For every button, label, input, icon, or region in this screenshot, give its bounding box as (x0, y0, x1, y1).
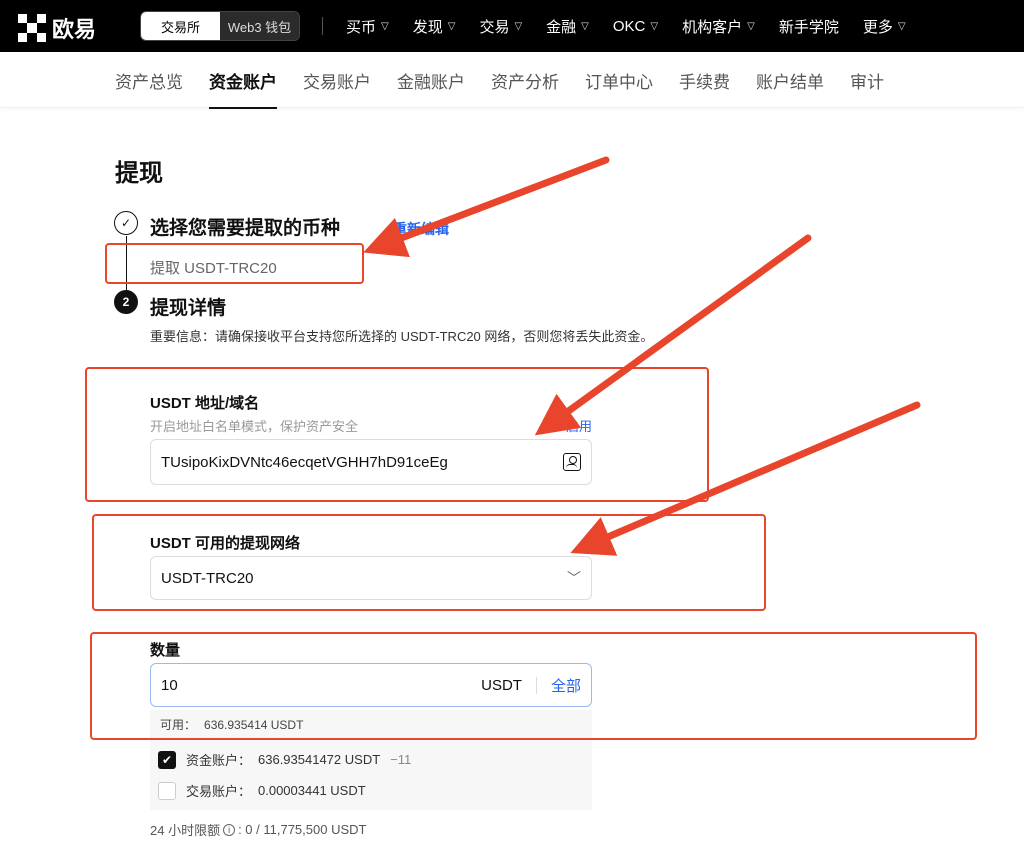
nav-discover[interactable]: 发现 ▽ (413, 16, 456, 37)
nav-more[interactable]: 更多 ▽ (863, 16, 906, 37)
chevron-down-icon: ▽ (514, 20, 523, 32)
tab-asset-analysis[interactable]: 资产分析 (491, 68, 559, 109)
daily-limit: 24 小时限额 i : 0 / 11,775,500 USDT (150, 822, 367, 838)
brand-name: 欧易 (52, 17, 97, 42)
annotation-box-address (85, 367, 709, 502)
account-row-trading[interactable]: 交易账户： 0.00003441 USDT (158, 781, 376, 800)
platform-switcher: 交易所 Web3 钱包 (140, 11, 300, 41)
top-navbar: 欧易 交易所 Web3 钱包 买币 ▽ 发现 ▽ 交易 ▽ 金融 ▽ OKC ▽ 机构客户… (0, 0, 1024, 52)
tab-order-center[interactable]: 订单中心 (585, 68, 653, 109)
brand-logo[interactable]: 欧易 (18, 12, 96, 44)
asset-subnav: 资产总览 资金账户 交易账户 金融账户 资产分析 订单中心 手续费 账户结单 审… (0, 52, 1024, 109)
chevron-down-icon: ▽ (581, 20, 589, 32)
tab-asset-overview[interactable]: 资产总览 (115, 68, 183, 109)
step-2-title: 提现详情 (150, 298, 227, 319)
tab-funding-account[interactable]: 资金账户 (209, 68, 277, 109)
checkbox-unchecked-icon[interactable] (158, 781, 176, 800)
nav-finance[interactable]: 金融 ▽ (546, 16, 589, 37)
chevron-down-icon: ▽ (650, 20, 659, 32)
account-row-funding[interactable]: ✔ 资金账户： 636.93541472 USDT −11 (158, 750, 411, 769)
switch-web3-wallet[interactable]: Web3 钱包 (220, 12, 299, 40)
chevron-down-icon: ▽ (447, 20, 456, 32)
switch-exchange[interactable]: 交易所 (141, 12, 220, 40)
page-title: 提现 (115, 160, 163, 187)
nav-academy[interactable]: 新手学院 (779, 16, 839, 37)
tab-fees[interactable]: 手续费 (679, 68, 730, 109)
chevron-down-icon: ▽ (747, 20, 755, 32)
re-edit-link[interactable]: 重新编辑 (393, 219, 449, 239)
main-nav: 买币 ▽ 发现 ▽ 交易 ▽ 金融 ▽ OKC ▽ 机构客户 ▽ 新手学院 更多 ▽ (346, 0, 906, 52)
annotation-box-coin (105, 243, 364, 284)
nav-institutional[interactable]: 机构客户 ▽ (682, 16, 755, 37)
okx-logo-icon (18, 14, 46, 42)
step-1-check-icon: ✓ (114, 211, 138, 235)
step-2-number: 2 (114, 290, 138, 314)
nav-divider (322, 17, 323, 35)
tab-finance-account[interactable]: 金融账户 (397, 68, 465, 109)
nav-trade[interactable]: 交易 ▽ (479, 16, 522, 37)
annotation-box-network (92, 514, 766, 611)
annotation-box-amount (90, 632, 977, 740)
network-warning: 重要信息：请确保接收平台支持您所选择的 USDT-TRC20 网络，否则您将丢失… (150, 329, 654, 344)
checkbox-checked-icon[interactable]: ✔ (158, 750, 176, 769)
step-1-title: 选择您需要提取的币种 (150, 218, 341, 239)
chevron-down-icon: ▽ (897, 20, 906, 32)
tab-audit[interactable]: 审计 (850, 68, 884, 109)
info-icon[interactable]: i (223, 823, 236, 836)
tab-statements[interactable]: 账户结单 (756, 68, 824, 109)
nav-okc[interactable]: OKC ▽ (613, 18, 658, 35)
chevron-down-icon: ▽ (381, 20, 389, 32)
nav-buy-crypto[interactable]: 买币 ▽ (346, 16, 389, 37)
tab-trading-account[interactable]: 交易账户 (303, 68, 371, 109)
